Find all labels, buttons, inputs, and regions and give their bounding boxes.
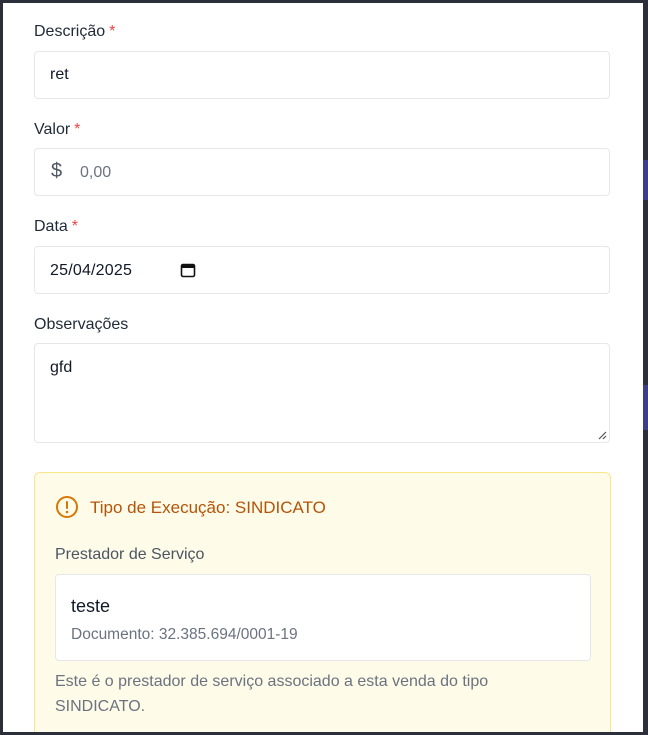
data-input[interactable]: 25/04/2025	[34, 246, 610, 294]
observacoes-textarea[interactable]: gfd	[34, 343, 610, 443]
valor-label-text: Valor	[34, 121, 71, 138]
provider-name: teste	[71, 596, 111, 616]
provider-label: Prestador de Serviço	[55, 546, 205, 563]
modal-dialog: Descrição * ret Valor * $ 0,00 Data * 25/04…	[3, 3, 643, 732]
valor-placeholder: 0,00	[80, 164, 112, 181]
descricao-value: ret	[50, 66, 69, 83]
provider-document: Documento: 32.385.694/0001-19	[71, 626, 298, 643]
dollar-icon: $	[51, 160, 63, 182]
required-mark: *	[74, 121, 81, 138]
resize-handle-icon[interactable]	[597, 430, 607, 440]
descricao-label: Descrição *	[34, 23, 115, 41]
descricao-label-text: Descrição	[34, 23, 106, 40]
data-label-text: Data	[34, 218, 68, 235]
calendar-icon[interactable]	[180, 262, 196, 278]
execution-type-alert: Tipo de Execução: SINDICATO Prestador de…	[34, 472, 611, 732]
provider-card: teste Documento: 32.385.694/0001-19	[55, 574, 591, 661]
observacoes-value: gfd	[50, 359, 73, 376]
valor-input[interactable]: $ 0,00	[34, 148, 610, 196]
required-mark: *	[71, 218, 79, 235]
execution-type-title: Tipo de Execução: SINDICATO	[90, 498, 326, 517]
descricao-input[interactable]: ret	[34, 51, 610, 99]
provider-note: Este é o prestador de serviço associado …	[55, 673, 489, 715]
observacoes-label-text: Observações	[34, 316, 129, 333]
data-value: 25/04/2025	[50, 262, 133, 279]
observacoes-label: Observações	[34, 316, 128, 334]
data-label: Data *	[34, 218, 78, 236]
required-mark: *	[109, 23, 116, 40]
valor-label: Valor *	[34, 121, 80, 139]
alert-circle-icon	[56, 496, 78, 518]
